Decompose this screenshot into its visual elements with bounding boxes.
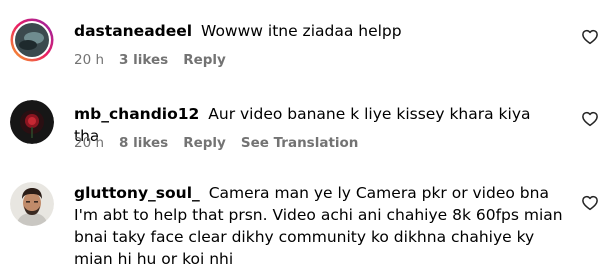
comment-username[interactable]: mb_chandio12 xyxy=(74,105,199,123)
avatar[interactable] xyxy=(10,100,54,144)
comment-time: 20 h xyxy=(74,135,105,151)
avatar-image xyxy=(10,100,54,144)
comment-item: gluttony_soul_ Camera man ye ly Camera p… xyxy=(0,170,607,278)
heart-outline-icon[interactable] xyxy=(581,28,599,46)
comment-meta: 20 h 8 likes Reply See Translation xyxy=(74,135,373,151)
comment-meta: 20 h 3 likes Reply xyxy=(74,52,241,68)
comment-text-block: gluttony_soul_ Camera man ye ly Camera p… xyxy=(74,182,564,270)
reply-button[interactable]: Reply xyxy=(183,135,226,151)
comment-username[interactable]: dastaneadeel xyxy=(74,22,192,40)
likes-count-button[interactable]: 8 likes xyxy=(119,135,168,151)
avatar[interactable] xyxy=(10,182,54,226)
comment-item: dastaneadeel Wowww itne ziadaa helpp 20 … xyxy=(0,0,607,86)
comment-time: 20 h xyxy=(74,52,105,68)
likes-count-button[interactable]: 3 likes xyxy=(119,52,168,68)
avatar-image xyxy=(10,182,54,226)
comment-item: mb_chandio12 Aur video banane k liye kis… xyxy=(0,86,607,170)
reply-button[interactable]: Reply xyxy=(183,52,226,68)
avatar[interactable] xyxy=(10,18,54,62)
comment-body: Wowww itne ziadaa helpp xyxy=(201,22,402,40)
comment-username[interactable]: gluttony_soul_ xyxy=(74,184,200,202)
see-translation-button[interactable]: See Translation xyxy=(241,135,359,151)
avatar-image xyxy=(10,18,54,62)
comment-text-block: dastaneadeel Wowww itne ziadaa helpp xyxy=(74,20,552,42)
heart-outline-icon[interactable] xyxy=(581,194,599,212)
heart-outline-icon[interactable] xyxy=(581,110,599,128)
